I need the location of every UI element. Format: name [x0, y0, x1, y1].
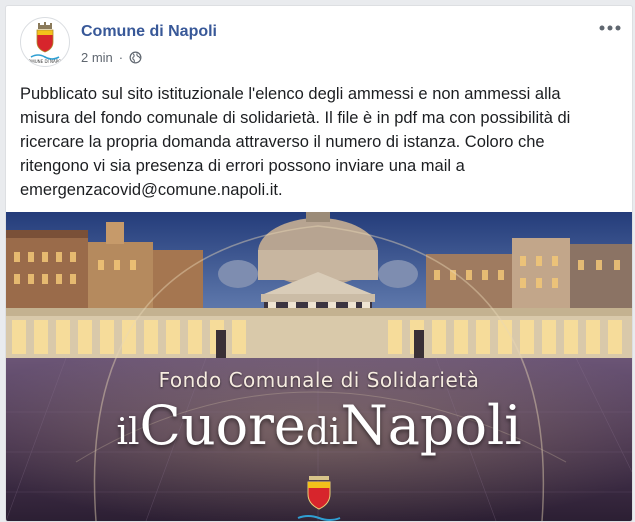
facebook-post: COMUNE DI NAPOLI Comune di Napoli 2 min … [5, 5, 633, 522]
avatar-caption: COMUNE DI NAPOLI [25, 59, 64, 64]
post-image[interactable]: Fondo Comunale di Solidarietà ilCuorediN… [6, 212, 632, 521]
more-options-button[interactable] [598, 20, 622, 36]
image-title: ilCuorediNapoli [6, 394, 632, 457]
image-subtitle: Fondo Comunale di Solidarietà [158, 368, 480, 392]
post-text: Pubblicato sul sito istituzionale l'elen… [20, 85, 571, 199]
page-avatar[interactable]: COMUNE DI NAPOLI [20, 17, 70, 67]
globe-icon[interactable] [129, 51, 142, 64]
title-word-napoli: Napoli [340, 394, 522, 457]
more-options-icon [599, 25, 621, 31]
title-word-di: di [305, 412, 341, 453]
timestamp-link[interactable]: 2 min [81, 50, 113, 65]
post-header: COMUNE DI NAPOLI Comune di Napoli 2 min … [6, 6, 632, 74]
title-word-cuore: Cuore [139, 394, 306, 457]
title-word-il: il [116, 412, 140, 453]
post-meta: 2 min · [81, 50, 142, 65]
meta-separator: · [118, 50, 124, 65]
piazza-plebiscito-photo [6, 212, 632, 521]
page-name-link[interactable]: Comune di Napoli [81, 23, 217, 41]
coat-of-arms-icon: COMUNE DI NAPOLI [25, 22, 65, 64]
